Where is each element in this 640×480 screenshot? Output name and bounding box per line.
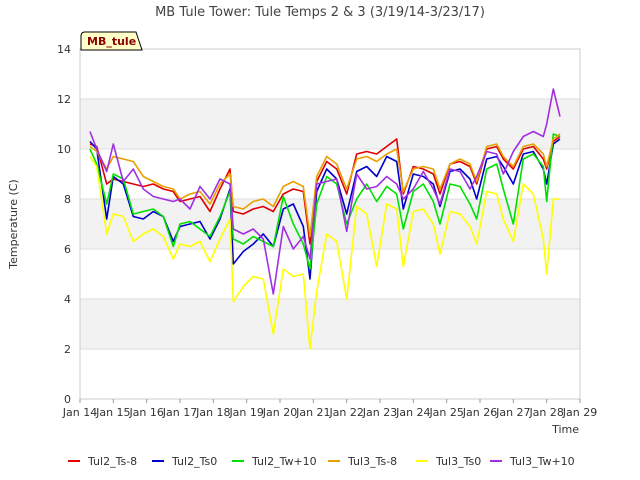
x-tick-label: Jan 16 <box>128 406 163 419</box>
y-tick-label: 12 <box>57 93 71 106</box>
y-tick-label: 4 <box>64 293 71 306</box>
x-tick-label: Jan 29 <box>562 406 597 419</box>
grid-band <box>80 99 580 149</box>
y-tick-label: 14 <box>57 43 71 56</box>
x-tick-label: Jan 24 <box>395 406 430 419</box>
x-tick-label: Jan 17 <box>162 406 197 419</box>
legend-label: Tul2_Ts0 <box>171 455 217 468</box>
y-tick-label: 6 <box>64 243 71 256</box>
x-tick-label: Jan 23 <box>362 406 397 419</box>
legend: Tul2_Ts-8 Tul2_Ts0 Tul2_Tw+10 Tul3_Ts-8 Tul3… <box>68 455 575 468</box>
x-tick-label: Jan 25 <box>428 406 463 419</box>
y-tick-label: 2 <box>64 343 71 356</box>
x-tick-label: Jan 21 <box>295 406 330 419</box>
x-tick-label: Jan 27 <box>495 406 530 419</box>
x-tick-label: Jan 15 <box>95 406 130 419</box>
y-tick-label: 8 <box>64 193 71 206</box>
x-tick-label: Jan 28 <box>528 406 563 419</box>
x-tick-label: Jan 26 <box>462 406 497 419</box>
legend-label: Tul2_Ts-8 <box>87 455 137 468</box>
x-axis-ticks: Jan 14Jan 15Jan 16Jan 17Jan 18Jan 19Jan … <box>62 399 597 419</box>
legend-label: Tul3_Tw+10 <box>509 455 575 468</box>
y-tick-label: 0 <box>64 393 71 406</box>
y-axis-label: Temperature (C) <box>7 179 20 269</box>
x-axis-label: Time <box>551 423 579 436</box>
badge-text: MB_tule <box>87 35 136 48</box>
legend-label: Tul3_Ts-8 <box>347 455 397 468</box>
y-tick-label: 10 <box>57 143 71 156</box>
legend-label: Tul3_Ts0 <box>435 455 481 468</box>
legend-label: Tul2_Tw+10 <box>251 455 317 468</box>
x-tick-label: Jan 22 <box>328 406 363 419</box>
grid-band <box>80 299 580 349</box>
x-tick-label: Jan 14 <box>62 406 97 419</box>
x-tick-label: Jan 19 <box>228 406 263 419</box>
line-chart: MB Tule Tower: Tule Temps 2 & 3 (3/19/14… <box>7 5 597 468</box>
chart-title: MB Tule Tower: Tule Temps 2 & 3 (3/19/14… <box>155 5 485 20</box>
x-tick-label: Jan 20 <box>262 406 297 419</box>
y-axis-ticks: 0 2 4 6 8 10 12 14 <box>57 43 71 406</box>
station-badge: MB_tule <box>80 31 143 51</box>
x-tick-label: Jan 18 <box>195 406 230 419</box>
